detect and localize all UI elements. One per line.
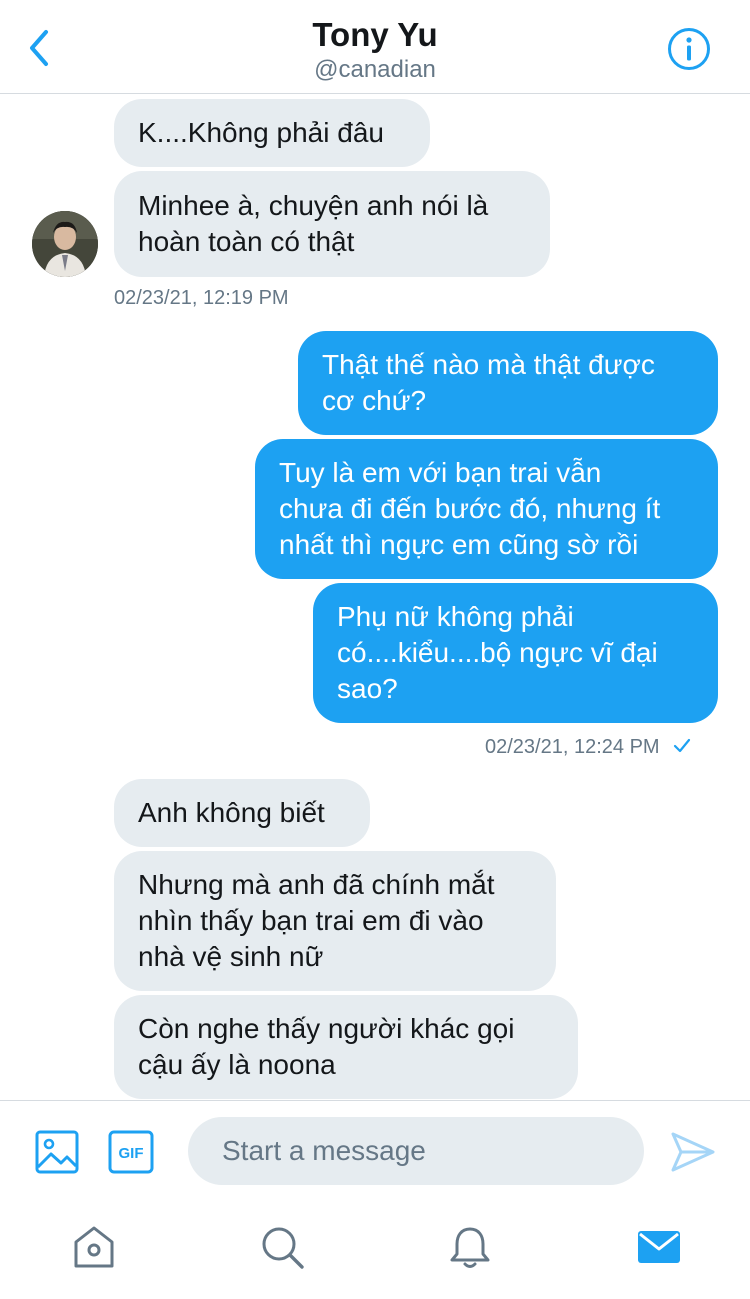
add-photo-button[interactable] [34, 1129, 80, 1175]
info-button[interactable] [666, 26, 712, 72]
message-composer: GIF [0, 1100, 750, 1200]
message-text: Còn nghe thấy người khác gọi cậu ấy là n… [138, 1013, 515, 1080]
message-bubble-sent[interactable]: Phụ nữ không phải có....kiểu....bộ ngực … [313, 583, 718, 723]
tab-messages[interactable] [636, 1224, 682, 1270]
message-text: Anh không biết [138, 797, 325, 828]
timestamp: 02/23/21, 12:24 PM [485, 736, 691, 759]
checkmark-icon [674, 738, 691, 753]
bell-icon [450, 1227, 490, 1268]
send-icon [671, 1132, 715, 1172]
image-icon [35, 1130, 79, 1174]
tab-home[interactable] [71, 1224, 117, 1270]
message-text: Thật thế nào mà thật được cơ chứ? [322, 349, 655, 416]
message-bubble-received[interactable]: Minhee à, chuyện anh nói là hoàn toàn có… [114, 171, 550, 277]
conversation-thread[interactable]: K....Không phải đâu Minhee à, chuyện anh… [0, 95, 750, 1100]
message-text: Minhee à, chuyện anh nói là hoàn toàn có… [138, 190, 489, 257]
timestamp-text: 02/23/21, 12:24 PM [485, 736, 660, 758]
message-bubble-received[interactable]: Nhưng mà anh đã chính mắt nhìn thấy bạn … [114, 851, 556, 991]
timestamp: 02/23/21, 12:19 PM [114, 287, 289, 309]
message-bubble-received[interactable]: K....Không phải đâu [114, 99, 430, 167]
add-gif-button[interactable]: GIF [108, 1130, 154, 1174]
gif-label: GIF [119, 1145, 144, 1162]
contact-name[interactable]: Tony Yu [0, 16, 750, 54]
tab-notifications[interactable] [447, 1224, 493, 1270]
message-text: Phụ nữ không phải có....kiểu....bộ ngực … [337, 601, 658, 704]
avatar[interactable] [32, 211, 98, 277]
message-text: Nhưng mà anh đã chính mắt nhìn thấy bạn … [138, 869, 495, 972]
bottom-tab-bar [0, 1200, 750, 1299]
message-bubble-sent[interactable]: Tuy là em với bạn trai vẫn chưa đi đến b… [255, 439, 718, 579]
message-text: K....Không phải đâu [138, 117, 384, 148]
gif-icon: GIF [108, 1130, 154, 1174]
tab-search[interactable] [259, 1224, 305, 1270]
conversation-header: Tony Yu @canadian [0, 0, 750, 94]
mail-icon [638, 1231, 680, 1263]
message-input[interactable] [188, 1117, 644, 1185]
info-icon [668, 28, 710, 70]
home-icon [74, 1226, 114, 1268]
message-bubble-received[interactable]: Còn nghe thấy người khác gọi cậu ấy là n… [114, 995, 578, 1099]
message-bubble-received[interactable]: Anh không biết [114, 779, 370, 847]
send-button[interactable] [670, 1131, 716, 1173]
message-text: Tuy là em với bạn trai vẫn chưa đi đến b… [279, 457, 661, 560]
contact-handle[interactable]: @canadian [0, 56, 750, 84]
search-icon [262, 1227, 304, 1269]
message-bubble-sent[interactable]: Thật thế nào mà thật được cơ chứ? [298, 331, 718, 435]
